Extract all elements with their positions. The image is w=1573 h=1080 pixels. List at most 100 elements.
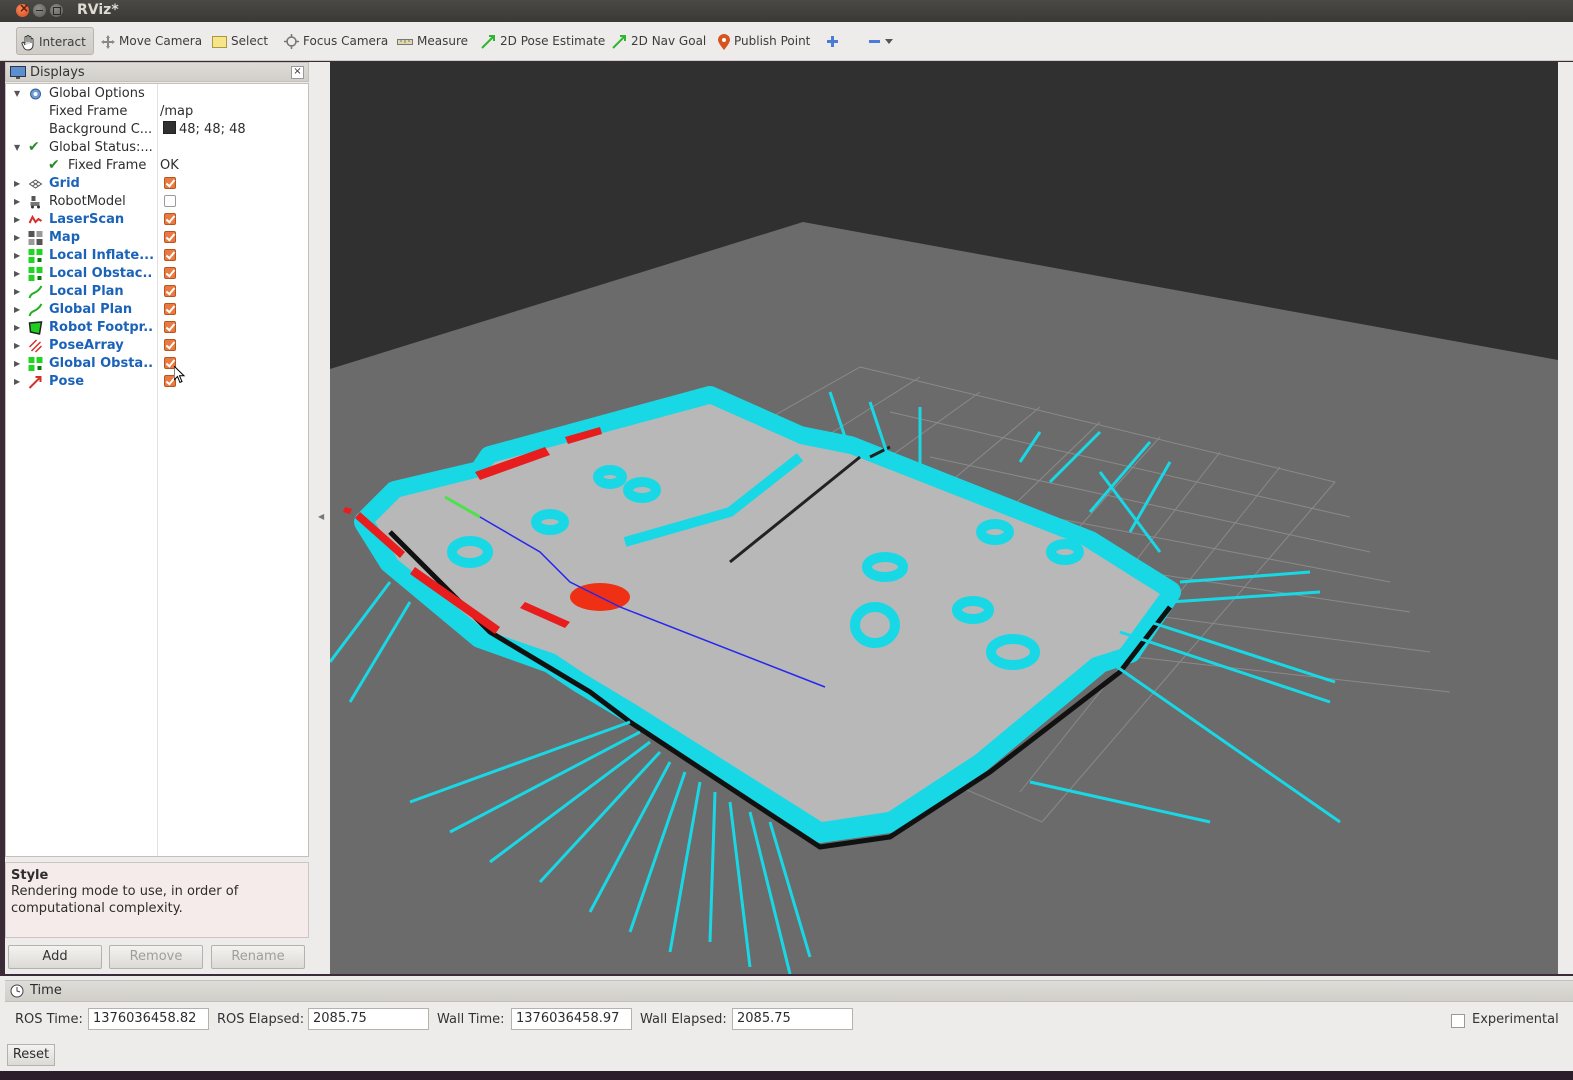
- display-enabled-checkbox[interactable]: [164, 267, 176, 279]
- tree-label: Background C...: [49, 122, 153, 137]
- time-title: Time: [30, 983, 62, 998]
- tree-row-map[interactable]: ▶ Map: [6, 229, 306, 247]
- gear-icon: [30, 88, 41, 100]
- tree-row-local-obstacles[interactable]: ▶ Local Obstac...: [6, 265, 306, 283]
- time-panel: Time ROS Time: 1376036458.82 ROS Elapsed…: [0, 976, 1573, 1071]
- display-enabled-checkbox[interactable]: [164, 303, 176, 315]
- remove-tool-menu[interactable]: [868, 27, 897, 55]
- expand-right-icon[interactable]: ▶: [14, 175, 20, 193]
- experimental-label: Experimental: [1472, 1012, 1559, 1027]
- tree-row-status-fixed-frame[interactable]: ✔ Fixed Frame OK: [6, 157, 306, 175]
- tree-row-global-options[interactable]: ▼ Global Options: [6, 85, 306, 103]
- minus-icon: [869, 40, 880, 43]
- window-maximize-button[interactable]: [50, 4, 63, 17]
- tree-row-fixed-frame[interactable]: Fixed Frame /map: [6, 103, 306, 121]
- display-enabled-checkbox[interactable]: [164, 285, 176, 297]
- expand-right-icon[interactable]: ▶: [14, 373, 20, 391]
- tree-row-robot-model[interactable]: ▶ RobotModel: [6, 193, 306, 211]
- expand-right-icon[interactable]: ▶: [14, 193, 20, 211]
- displays-panel: Displays × ▼ Global Options Fixed Frame …: [5, 62, 309, 974]
- tree-row-global-obstacles[interactable]: ▶ Global Obsta...: [6, 355, 306, 373]
- move-camera-tool-button[interactable]: Move Camera: [101, 27, 202, 55]
- ros-time-field[interactable]: 1376036458.82: [88, 1008, 209, 1030]
- tree-row-global-plan[interactable]: ▶ Global Plan: [6, 301, 306, 319]
- expand-right-icon[interactable]: ▶: [14, 337, 20, 355]
- tree-row-pose[interactable]: ▶ Pose: [6, 373, 306, 391]
- chevron-down-icon: [885, 38, 893, 44]
- tree-label: Global Status:...: [49, 140, 153, 155]
- expand-right-icon[interactable]: ▶: [14, 319, 20, 337]
- status-value: OK: [160, 158, 179, 173]
- displays-tree: ▼ Global Options Fixed Frame /map Backgr…: [5, 83, 309, 857]
- green-arrow-icon: [481, 35, 495, 49]
- tree-row-laser-scan[interactable]: ▶ LaserScan: [6, 211, 306, 229]
- tree-row-robot-footprint[interactable]: ▶ Robot Footpr...: [6, 319, 306, 337]
- move-camera-icon: [101, 34, 115, 49]
- nav-goal-tool-button[interactable]: 2D Nav Goal: [612, 27, 706, 55]
- expand-right-icon[interactable]: ▶: [14, 247, 20, 265]
- window-minimize-button[interactable]: [33, 4, 46, 17]
- path-icon: [28, 285, 43, 299]
- expand-right-icon[interactable]: ▶: [14, 211, 20, 229]
- display-enabled-checkbox[interactable]: [164, 321, 176, 333]
- display-enabled-checkbox[interactable]: [164, 177, 176, 189]
- expand-right-icon[interactable]: ▶: [14, 265, 20, 283]
- expand-right-icon[interactable]: ▶: [14, 301, 20, 319]
- expand-right-icon[interactable]: ▶: [14, 229, 20, 247]
- fixed-frame-value[interactable]: /map: [160, 103, 193, 121]
- panel-splitter[interactable]: ◀: [309, 62, 330, 974]
- select-tool-button[interactable]: Select: [212, 27, 268, 55]
- ros-elapsed-field[interactable]: 2085.75: [308, 1008, 429, 1030]
- focus-camera-tool-button[interactable]: Focus Camera: [284, 27, 388, 55]
- add-tool-button[interactable]: [826, 27, 843, 55]
- expand-right-icon[interactable]: ▶: [14, 283, 20, 301]
- display-enabled-checkbox[interactable]: [164, 249, 176, 261]
- tree-row-pose-array[interactable]: ▶ PoseArray: [6, 337, 306, 355]
- displays-panel-header: Displays ×: [5, 62, 309, 82]
- experimental-checkbox[interactable]: [1451, 1014, 1465, 1028]
- wall-elapsed-label: Wall Elapsed:: [640, 1012, 727, 1027]
- pose-estimate-tool-button[interactable]: 2D Pose Estimate: [481, 27, 605, 55]
- tree-row-global-status[interactable]: ▼ ✔ Global Status:...: [6, 139, 306, 157]
- expand-down-icon[interactable]: ▼: [14, 85, 20, 103]
- tree-label: Grid: [49, 176, 80, 191]
- mouse-pointer-icon: [174, 366, 186, 384]
- costmap-icon: [28, 267, 43, 281]
- laser-scan-icon: [28, 214, 43, 224]
- window-close-button[interactable]: [16, 1, 29, 17]
- 3d-view[interactable]: [330, 62, 1558, 974]
- robot-model-icon: [30, 196, 40, 209]
- panel-splitter[interactable]: [1558, 62, 1573, 974]
- title-bar: RViz*: [0, 0, 1573, 22]
- close-icon[interactable]: ×: [291, 66, 304, 79]
- map-pin-icon: [718, 33, 730, 50]
- tree-label: Global Plan: [49, 302, 133, 317]
- interact-label: Interact: [39, 35, 86, 49]
- remove-display-button[interactable]: Remove: [109, 945, 203, 969]
- rename-display-button[interactable]: Rename: [211, 945, 305, 969]
- polygon-icon: [28, 321, 43, 335]
- display-enabled-checkbox[interactable]: [164, 213, 176, 225]
- wall-time-field[interactable]: 1376036458.97: [511, 1008, 632, 1030]
- expand-right-icon[interactable]: ▶: [14, 355, 20, 373]
- tree-label: Robot Footpr...: [49, 320, 153, 335]
- display-enabled-checkbox[interactable]: [164, 195, 176, 207]
- tree-row-grid[interactable]: ▶ Grid: [6, 175, 306, 193]
- expand-down-icon[interactable]: ▼: [14, 139, 20, 157]
- background-color-value[interactable]: 48; 48; 48: [179, 121, 246, 139]
- tree-row-local-plan[interactable]: ▶ Local Plan: [6, 283, 306, 301]
- reset-button[interactable]: Reset: [7, 1044, 55, 1066]
- tree-row-background-color[interactable]: Background C... 48; 48; 48: [6, 121, 306, 139]
- interact-tool-button[interactable]: Interact: [16, 27, 94, 55]
- collapse-left-icon[interactable]: ◀: [318, 512, 324, 521]
- wall-elapsed-field[interactable]: 2085.75: [732, 1008, 853, 1030]
- publish-point-tool-button[interactable]: Publish Point: [718, 27, 810, 55]
- measure-tool-button[interactable]: Measure: [397, 27, 468, 55]
- display-enabled-checkbox[interactable]: [164, 339, 176, 351]
- add-display-button[interactable]: Add: [8, 945, 102, 969]
- tree-row-local-inflated[interactable]: ▶ Local Inflate...: [6, 247, 306, 265]
- tree-label: Fixed Frame: [49, 104, 128, 119]
- plus-icon: [827, 36, 838, 47]
- display-enabled-checkbox[interactable]: [164, 231, 176, 243]
- checkmark-icon: ✔: [48, 157, 60, 173]
